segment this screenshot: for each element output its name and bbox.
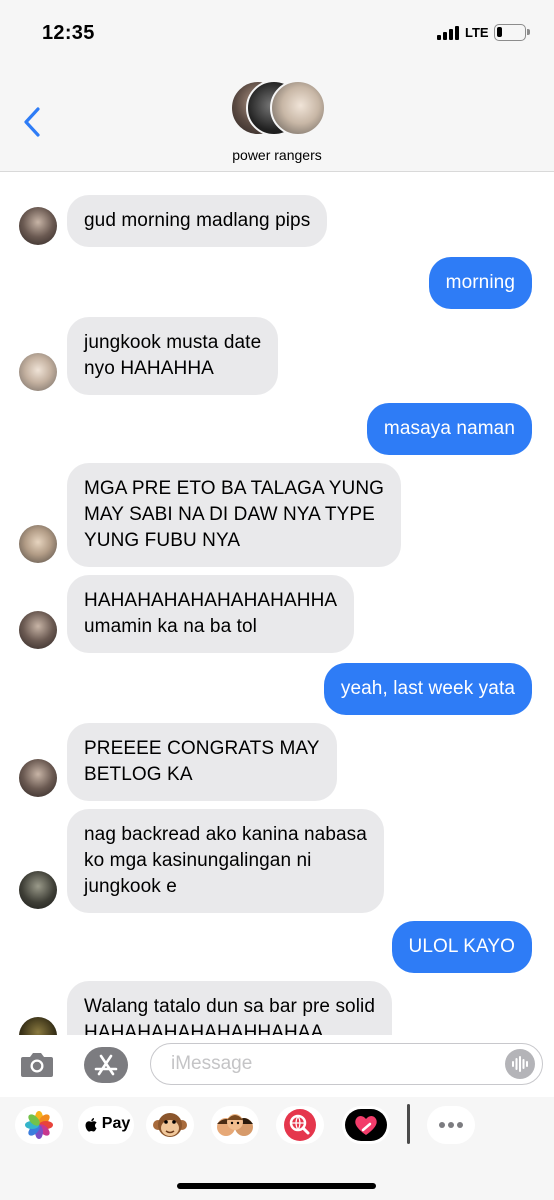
message-row: morning <box>0 257 554 309</box>
message-line: ko mga kasinungalingan ni <box>84 850 312 871</box>
avatar <box>19 759 57 797</box>
message-bubble-incoming[interactable]: MGA PRE ETO BA TALAGA YUNG MAY SABI NA D… <box>67 463 402 567</box>
message-bubble-incoming[interactable]: PREEEE CONGRATS MAY BETLOG KA <box>67 723 337 801</box>
message-row: masaya naman <box>0 403 554 455</box>
message-row: MGA PRE ETO BA TALAGA YUNG MAY SABI NA D… <box>0 463 554 567</box>
cellular-signal-icon <box>437 26 459 40</box>
message-line: yeah, last week yata <box>340 678 515 699</box>
avatar <box>19 525 57 563</box>
photos-icon[interactable] <box>15 1106 63 1144</box>
message-line: gud morning madlang pips <box>84 210 311 231</box>
drawer-divider <box>407 1104 410 1144</box>
message-row: gud morning madlang pips <box>0 195 554 247</box>
message-row: Walang tatalo dun sa bar pre solid HAHAH… <box>0 981 554 1035</box>
apple-pay-label: Pay <box>101 1115 131 1132</box>
avatar <box>19 611 57 649</box>
memoji-icon[interactable] <box>211 1106 259 1144</box>
message-line: morning <box>445 272 515 293</box>
message-line: nyo HAHAHHA <box>84 358 214 379</box>
group-name[interactable]: power rangers <box>0 147 554 163</box>
message-bubble-outgoing[interactable]: masaya naman <box>366 403 532 455</box>
camera-icon[interactable] <box>20 1049 54 1079</box>
message-bubble-outgoing[interactable]: morning <box>428 257 532 309</box>
battery-icon <box>494 24 530 41</box>
message-line: masaya naman <box>383 418 515 439</box>
apple-pay-icon[interactable]: Pay <box>78 1106 134 1144</box>
message-line: MGA PRE ETO BA TALAGA YUNG <box>84 478 385 499</box>
group-avatar-stack[interactable] <box>230 80 326 136</box>
more-icon[interactable] <box>427 1106 475 1144</box>
message-line: MAY SABI NA DI DAW NYA TYPE <box>84 504 375 525</box>
message-line: jungkook musta date <box>84 332 262 353</box>
conversation-header: power rangers <box>0 66 554 172</box>
message-line: jungkook e <box>84 876 177 897</box>
message-input[interactable] <box>171 1051 471 1077</box>
message-bubble-incoming[interactable]: gud morning madlang pips <box>67 195 328 247</box>
message-bubble-outgoing[interactable]: yeah, last week yata <box>323 663 532 715</box>
message-row: ULOL KAYO <box>0 921 554 973</box>
avatar <box>270 80 326 136</box>
message-line: BETLOG KA <box>84 764 193 785</box>
message-line: HAHAHAHAHAHAHAHAHHA <box>84 590 338 611</box>
avatar <box>19 871 57 909</box>
network-type: LTE <box>465 25 489 40</box>
message-bubble-incoming[interactable]: Walang tatalo dun sa bar pre solid HAHAH… <box>67 981 393 1035</box>
web-search-icon[interactable] <box>276 1106 324 1144</box>
audio-waveform-icon[interactable] <box>505 1049 535 1079</box>
message-bubble-incoming[interactable]: nag backread ako kanina nabasa ko mga ka… <box>67 809 384 913</box>
avatar <box>19 353 57 391</box>
message-list[interactable]: gud morning madlang pips morning jungkoo… <box>0 173 554 1035</box>
message-line: Walang tatalo dun sa bar pre solid <box>84 996 376 1017</box>
status-bar: 12:35 LTE <box>0 0 554 66</box>
message-bubble-incoming[interactable]: HAHAHAHAHAHAHAHAHHA umamin ka na ba tol <box>67 575 355 653</box>
message-bubble-incoming[interactable]: jungkook musta date nyo HAHAHHA <box>67 317 279 395</box>
message-row: PREEEE CONGRATS MAY BETLOG KA <box>0 723 554 801</box>
status-time: 12:35 <box>42 22 95 44</box>
home-indicator[interactable] <box>177 1183 376 1189</box>
message-line: YUNG FUBU NYA <box>84 530 241 551</box>
message-input-field[interactable] <box>150 1043 543 1085</box>
message-line: umamin ka na ba tol <box>84 616 257 637</box>
app-drawer: Pay <box>0 1097 554 1200</box>
message-row: nag backread ako kanina nabasa ko mga ka… <box>0 809 554 913</box>
chevron-left-icon[interactable] <box>18 104 48 140</box>
app-store-icon[interactable] <box>84 1047 128 1083</box>
message-row: HAHAHAHAHAHAHAHAHHA umamin ka na ba tol <box>0 575 554 653</box>
monkey-emoji-icon[interactable] <box>146 1106 194 1144</box>
message-line: nag backread ako kanina nabasa <box>84 824 367 845</box>
digital-touch-heart-icon[interactable] <box>342 1106 390 1144</box>
message-line: PREEEE CONGRATS MAY <box>84 738 320 759</box>
avatar <box>19 1017 57 1035</box>
compose-bar <box>0 1035 554 1097</box>
message-line: ULOL KAYO <box>408 936 515 957</box>
message-bubble-outgoing[interactable]: ULOL KAYO <box>391 921 532 973</box>
avatar <box>19 207 57 245</box>
message-line: HAHAHAHAHAHAHHAHAA <box>84 1022 324 1035</box>
message-row: yeah, last week yata <box>0 663 554 715</box>
message-row: jungkook musta date nyo HAHAHHA <box>0 317 554 395</box>
